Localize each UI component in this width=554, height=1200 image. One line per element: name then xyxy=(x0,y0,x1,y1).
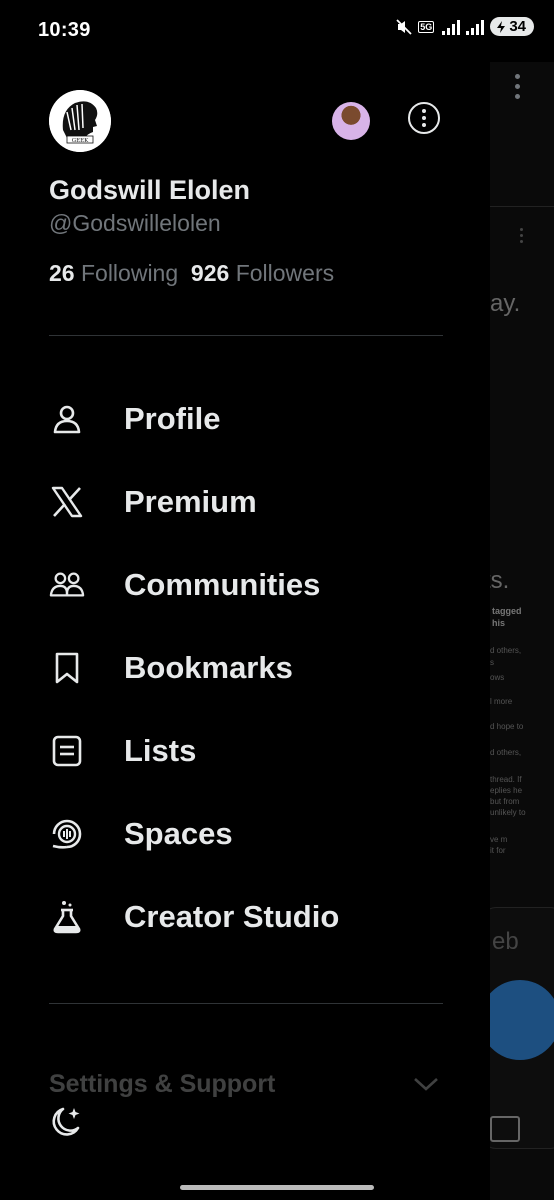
user-handle: @Godswillelolen xyxy=(49,210,221,236)
feed-text: unlikely to xyxy=(490,808,526,817)
followers-label: Followers xyxy=(235,260,335,286)
follow-stats: 26 Following 926 Followers xyxy=(49,260,334,287)
feed-text: tagged xyxy=(492,606,522,616)
menu-item-label: Communities xyxy=(124,567,321,602)
bookmark-icon xyxy=(49,650,85,686)
feed-text: ay. xyxy=(490,290,521,317)
feed-text: eplies he xyxy=(490,786,523,795)
following-link[interactable]: 26 Following xyxy=(49,260,178,286)
person-icon xyxy=(49,401,85,437)
profile-avatar[interactable]: GEEK xyxy=(49,90,111,152)
mute-icon xyxy=(396,18,412,35)
feed-text: but from xyxy=(490,797,520,806)
status-bar: 10:39 5G 34 xyxy=(0,0,554,62)
feed-text: his xyxy=(492,618,506,628)
divider xyxy=(49,335,443,336)
moon-icon xyxy=(52,1107,80,1136)
compose-fab[interactable] xyxy=(490,980,554,1060)
charging-icon xyxy=(497,20,506,33)
menu-item-creator-studio[interactable]: Creator Studio xyxy=(0,882,490,952)
feed-text: thread. If xyxy=(490,775,522,784)
menu-item-label: Premium xyxy=(124,484,257,519)
followers-count: 926 xyxy=(190,260,230,286)
background-feed: ay. ts. tagged his d others, s ows l mor… xyxy=(490,62,554,1200)
battery-level: 34 xyxy=(509,18,526,35)
spaces-icon xyxy=(49,816,85,852)
feed-text: ts. xyxy=(490,567,510,594)
side-drawer: GEEK Godswill Elolen @Godswillelolen 26 … xyxy=(0,62,490,1200)
feed-text: d others, xyxy=(490,646,522,655)
menu-item-label: Profile xyxy=(124,401,221,436)
list-icon xyxy=(49,733,85,769)
feed-text: d others, xyxy=(490,748,522,757)
followers-link[interactable]: 926 Followers xyxy=(191,260,334,286)
feed-text: l more xyxy=(490,697,513,706)
home-indicator[interactable] xyxy=(180,1185,374,1190)
menu-item-bookmarks[interactable]: Bookmarks xyxy=(0,633,490,703)
flask-icon xyxy=(49,899,85,935)
switch-account-avatar[interactable] xyxy=(332,102,370,140)
divider xyxy=(49,1003,443,1004)
geek-logo-icon: GEEK xyxy=(49,90,111,152)
chevron-down-icon xyxy=(414,1078,438,1091)
settings-support-label: Settings & Support xyxy=(49,1070,276,1098)
display-name: Godswill Elolen xyxy=(49,175,251,205)
post-options-icon xyxy=(520,228,523,243)
following-count: 26 xyxy=(49,260,75,286)
signal-icon xyxy=(442,19,461,35)
status-icons: 5G 34 xyxy=(396,17,534,36)
signal-icon xyxy=(466,19,485,35)
following-label: Following xyxy=(80,260,179,286)
status-time: 10:39 xyxy=(38,19,91,41)
menu-item-lists[interactable]: Lists xyxy=(0,716,490,786)
more-accounts-button[interactable] xyxy=(408,102,440,134)
network-type: 5G xyxy=(418,20,435,33)
logo-text: GEEK xyxy=(72,138,89,144)
menu-item-spaces[interactable]: Spaces xyxy=(0,799,490,869)
menu-item-communities[interactable]: Communities xyxy=(0,550,490,620)
display-mode-button[interactable] xyxy=(49,1104,83,1145)
feed-text: it for xyxy=(490,846,506,855)
communities-icon xyxy=(49,567,85,603)
feed-text: eb xyxy=(492,928,519,955)
settings-support-section[interactable]: Settings & Support xyxy=(49,1070,443,1110)
feed-text: s xyxy=(490,658,494,667)
messages-icon[interactable] xyxy=(490,1116,520,1142)
menu-item-label: Lists xyxy=(124,733,197,768)
menu-item-label: Spaces xyxy=(124,816,233,851)
x-logo-icon xyxy=(49,484,85,520)
menu-item-profile[interactable]: Profile xyxy=(0,384,490,454)
feed-text: ve m xyxy=(490,835,508,844)
menu-item-premium[interactable]: Premium xyxy=(0,467,490,537)
menu-item-label: Bookmarks xyxy=(124,650,293,685)
more-options-icon xyxy=(515,74,520,99)
divider xyxy=(490,206,554,207)
battery-icon: 34 xyxy=(490,17,534,36)
feed-text: ows xyxy=(490,673,505,682)
menu-item-label: Creator Studio xyxy=(124,899,340,934)
feed-text: d hope to xyxy=(490,722,524,731)
